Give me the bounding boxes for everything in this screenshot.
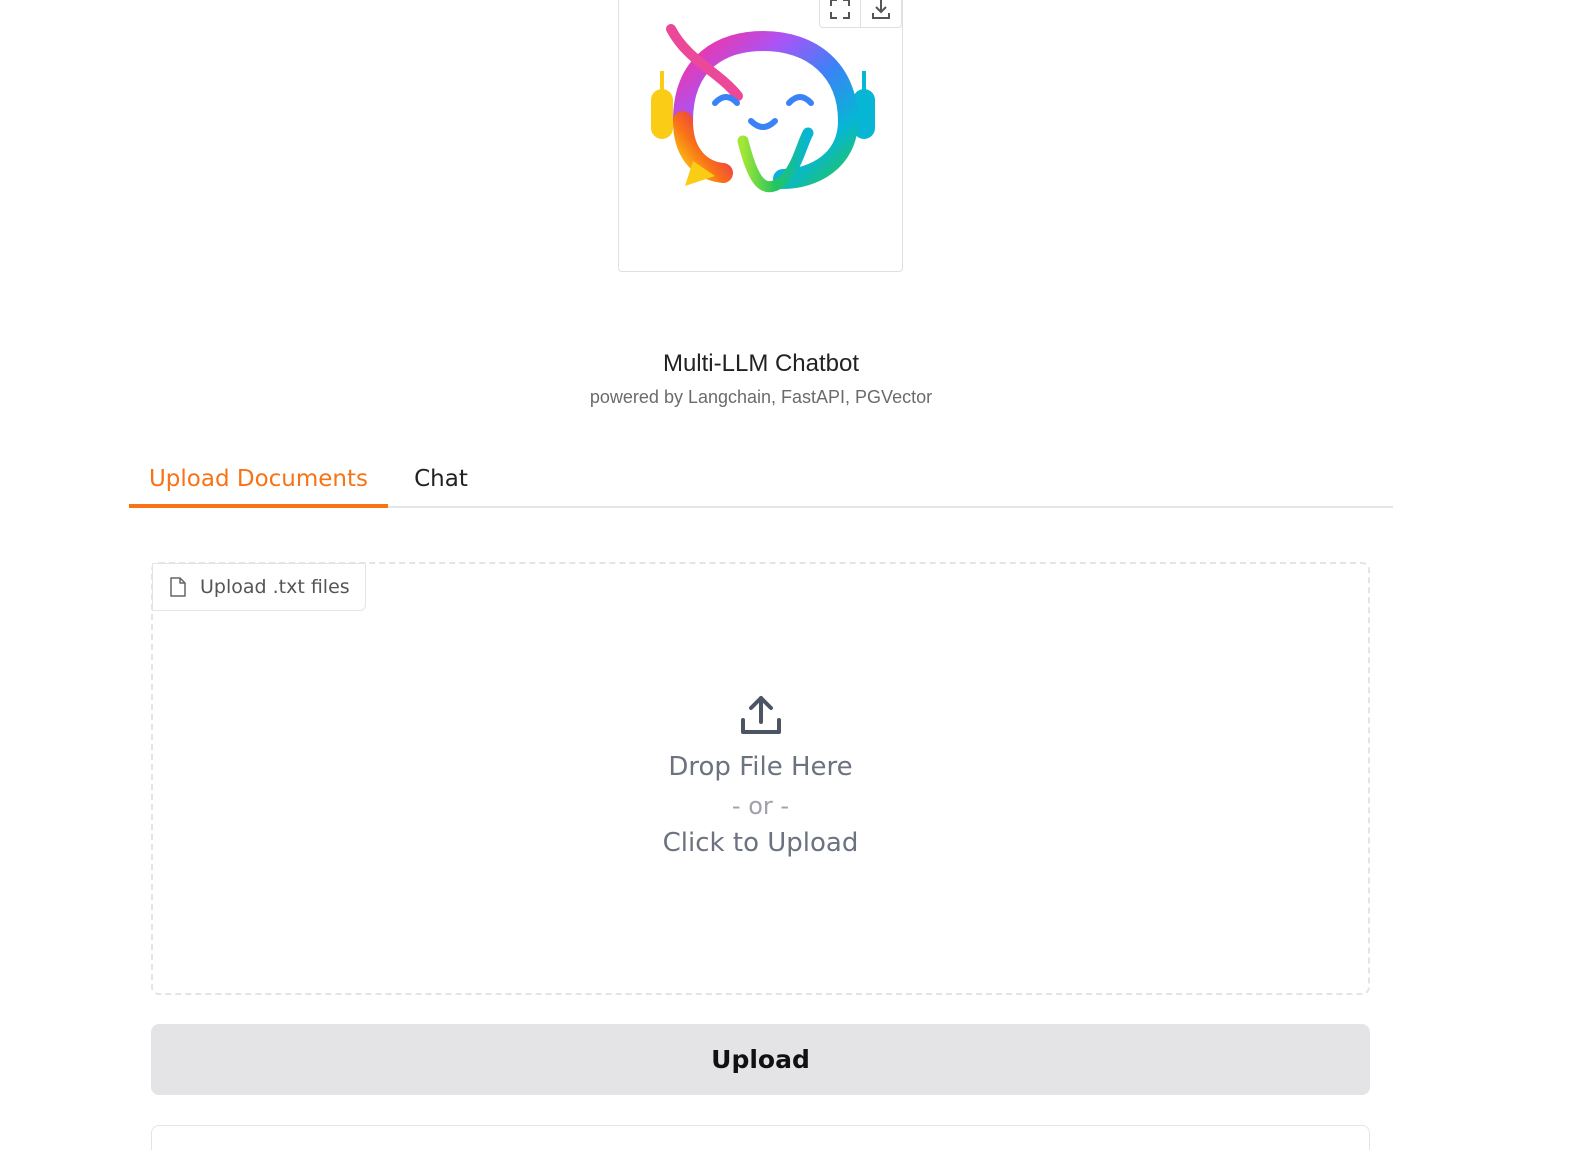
file-icon — [170, 577, 186, 597]
file-dropzone[interactable]: Upload .txt files Drop File Here - or - … — [151, 562, 1370, 995]
upload-button[interactable]: Upload — [151, 1024, 1370, 1095]
upload-field-label-text: Upload .txt files — [200, 576, 350, 598]
page: Multi-LLM Chatbot powered by Langchain, … — [0, 0, 1573, 1150]
tab-chat[interactable]: Chat — [399, 452, 483, 508]
drop-file-text: Drop File Here — [668, 752, 853, 782]
tab-bar: Upload Documents Chat — [129, 452, 1393, 508]
click-to-upload-text: Click to Upload — [662, 828, 859, 858]
page-subtitle: powered by Langchain, FastAPI, PGVector — [589, 387, 933, 407]
upload-icon — [740, 696, 781, 734]
chatbot-logo-icon — [651, 24, 875, 193]
output-panel — [151, 1125, 1370, 1150]
or-separator-text: - or - — [731, 792, 790, 820]
dropzone-content: Drop File Here - or - Click to Upload — [153, 694, 1368, 858]
page-title: Multi-LLM Chatbot — [662, 350, 860, 377]
logo-image-panel — [618, 0, 903, 272]
tab-upload-documents[interactable]: Upload Documents — [129, 452, 388, 508]
upload-field-label: Upload .txt files — [152, 563, 366, 611]
